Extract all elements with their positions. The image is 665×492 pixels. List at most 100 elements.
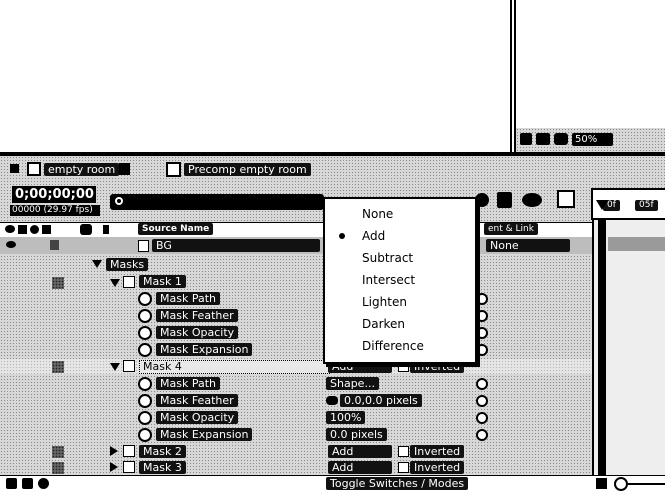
- frame-info: 00000 (29.97 fps): [10, 205, 100, 216]
- mask4-feather-pickwhip-icon[interactable]: [476, 395, 488, 407]
- mask4-twirl-icon[interactable]: [110, 363, 120, 371]
- mask1-expansion-pickwhip-icon[interactable]: [476, 344, 488, 356]
- mask4-path-label: Mask Path: [156, 377, 220, 390]
- mask1-opacity-label: Mask Opacity: [156, 326, 239, 339]
- tab-empty-room[interactable]: empty room: [44, 163, 120, 176]
- current-time-indicator[interactable]: [596, 200, 608, 210]
- mask2-mode-select[interactable]: Add: [328, 445, 392, 458]
- mask1-feather-stopwatch-icon[interactable]: [138, 309, 152, 323]
- mask4-color-swatch[interactable]: [123, 360, 135, 372]
- label-tag-icon[interactable]: [80, 224, 92, 235]
- mask4-expansion-pickwhip-icon[interactable]: [476, 429, 488, 441]
- mask4-path-value[interactable]: Shape...: [326, 377, 379, 390]
- mask2-color-swatch[interactable]: [123, 445, 135, 457]
- mask2-twirl-icon[interactable]: [110, 446, 118, 456]
- audio-switch-icon[interactable]: [18, 225, 27, 234]
- mask1-path-label: Mask Path: [156, 292, 220, 305]
- tab-precomp-empty-room[interactable]: Precomp empty room: [184, 163, 311, 176]
- composition-viewer[interactable]: [0, 0, 512, 152]
- timeline-track-area[interactable]: [592, 220, 665, 475]
- column-header-row: Source Name ent & Link: [0, 222, 592, 238]
- zoom-slider-track[interactable]: [628, 483, 665, 485]
- show-snapshot-icon[interactable]: [536, 133, 550, 145]
- expand-layer-switches-icon[interactable]: [6, 478, 17, 489]
- timecode-display[interactable]: 0;00;00;00: [12, 186, 96, 203]
- mask4-path-stopwatch-icon[interactable]: [138, 377, 152, 391]
- column-source-name[interactable]: Source Name: [138, 223, 214, 235]
- mask3-mode-select[interactable]: Add: [328, 461, 392, 474]
- mode-option-darken[interactable]: Darken: [325, 313, 475, 335]
- mask4-expansion-value[interactable]: 0.0 pixels: [326, 428, 387, 441]
- lock-switch-icon[interactable]: [42, 225, 51, 234]
- toggle-switches-modes[interactable]: Toggle Switches / Modes: [326, 477, 469, 490]
- zoom-out-icon[interactable]: [596, 478, 607, 489]
- mode-option-intersect[interactable]: Intersect: [325, 269, 475, 291]
- mask3-color-swatch[interactable]: [123, 461, 135, 473]
- column-parent-link[interactable]: ent & Link: [484, 223, 538, 235]
- mask4-feather-label: Mask Feather: [156, 394, 238, 407]
- eye-icon[interactable]: [6, 241, 16, 248]
- mask1-path-stopwatch-icon[interactable]: [138, 292, 152, 306]
- mask3-color-mark: [52, 462, 64, 474]
- mask4-color-mark: [52, 361, 64, 373]
- mask4-opacity-pickwhip-icon[interactable]: [476, 412, 488, 424]
- mask3-twirl-icon[interactable]: [110, 462, 118, 472]
- work-area-bar[interactable]: [598, 220, 606, 475]
- comp-flowchart-icon[interactable]: [475, 193, 489, 207]
- mask1-twirl-icon[interactable]: [110, 279, 120, 287]
- mask3-inverted-checkbox[interactable]: [398, 462, 409, 473]
- mask4-path-pickwhip-icon[interactable]: [476, 378, 488, 390]
- viewer-toolbar: 50%: [514, 128, 665, 152]
- channel-icon[interactable]: [554, 133, 568, 145]
- snapshot-icon[interactable]: [520, 133, 532, 145]
- tab-menu-icon[interactable]: [119, 163, 130, 175]
- mask4-opacity-label: Mask Opacity: [156, 411, 239, 424]
- mask3-name[interactable]: Mask 3: [139, 461, 186, 474]
- layer-duration-bar[interactable]: [608, 237, 665, 251]
- layer-row-bg[interactable]: BG None: [0, 237, 592, 254]
- mask4-name[interactable]: Mask 4: [139, 360, 330, 374]
- solo-switch-icon[interactable]: [30, 225, 39, 234]
- mask1-path-pickwhip-icon[interactable]: [476, 293, 488, 305]
- parent-select[interactable]: None: [486, 239, 570, 252]
- mask4-opacity-stopwatch-icon[interactable]: [138, 411, 152, 425]
- mask1-expansion-label: Mask Expansion: [156, 343, 253, 356]
- mask1-opacity-stopwatch-icon[interactable]: [138, 326, 152, 340]
- video-switch-icon[interactable]: [5, 225, 15, 233]
- mode-option-none[interactable]: None: [325, 203, 475, 225]
- side-viewer[interactable]: [514, 0, 665, 128]
- mask1-expansion-stopwatch-icon[interactable]: [138, 343, 152, 357]
- precomp-swatch: [166, 162, 181, 177]
- search-input[interactable]: [110, 194, 324, 210]
- mask1-feather-pickwhip-icon[interactable]: [476, 310, 488, 322]
- masks-group-label[interactable]: Masks: [106, 258, 149, 271]
- mask1-opacity-pickwhip-icon[interactable]: [476, 327, 488, 339]
- motion-blur-icon[interactable]: [522, 193, 542, 207]
- mask2-color-mark: [52, 446, 64, 458]
- mask1-color-swatch[interactable]: [123, 276, 135, 288]
- mask4-expansion-stopwatch-icon[interactable]: [138, 428, 152, 442]
- layer-label-color[interactable]: [50, 240, 59, 250]
- mask2-inverted-checkbox[interactable]: [398, 446, 409, 457]
- mask2-name[interactable]: Mask 2: [139, 445, 186, 458]
- mask1-name[interactable]: Mask 1: [139, 275, 186, 288]
- mask-mode-dropdown[interactable]: None Add Subtract Intersect Lighten Dark…: [323, 197, 477, 364]
- graph-editor-icon[interactable]: [557, 190, 575, 208]
- mask4-feather-stopwatch-icon[interactable]: [138, 394, 152, 408]
- feather-link-icon[interactable]: [326, 396, 338, 405]
- mode-option-difference[interactable]: Difference: [325, 335, 475, 357]
- expand-transfer-controls-icon[interactable]: [22, 478, 33, 489]
- mode-option-add[interactable]: Add: [325, 225, 475, 247]
- masks-twirl-icon[interactable]: [92, 260, 102, 268]
- mask4-opacity-value[interactable]: 100%: [326, 411, 366, 424]
- zoom-slider-thumb[interactable]: [614, 477, 628, 491]
- mask4-expansion-label: Mask Expansion: [156, 428, 253, 441]
- mode-option-lighten[interactable]: Lighten: [325, 291, 475, 313]
- mode-option-subtract[interactable]: Subtract: [325, 247, 475, 269]
- layer-name-bg[interactable]: BG: [152, 239, 320, 252]
- close-tab-icon[interactable]: [10, 164, 19, 173]
- draft-3d-icon[interactable]: [497, 192, 512, 208]
- expand-in-out-icon[interactable]: [38, 478, 49, 489]
- mask4-feather-value[interactable]: 0.0,0.0 pixels: [340, 394, 422, 407]
- zoom-select[interactable]: 50%: [572, 133, 613, 146]
